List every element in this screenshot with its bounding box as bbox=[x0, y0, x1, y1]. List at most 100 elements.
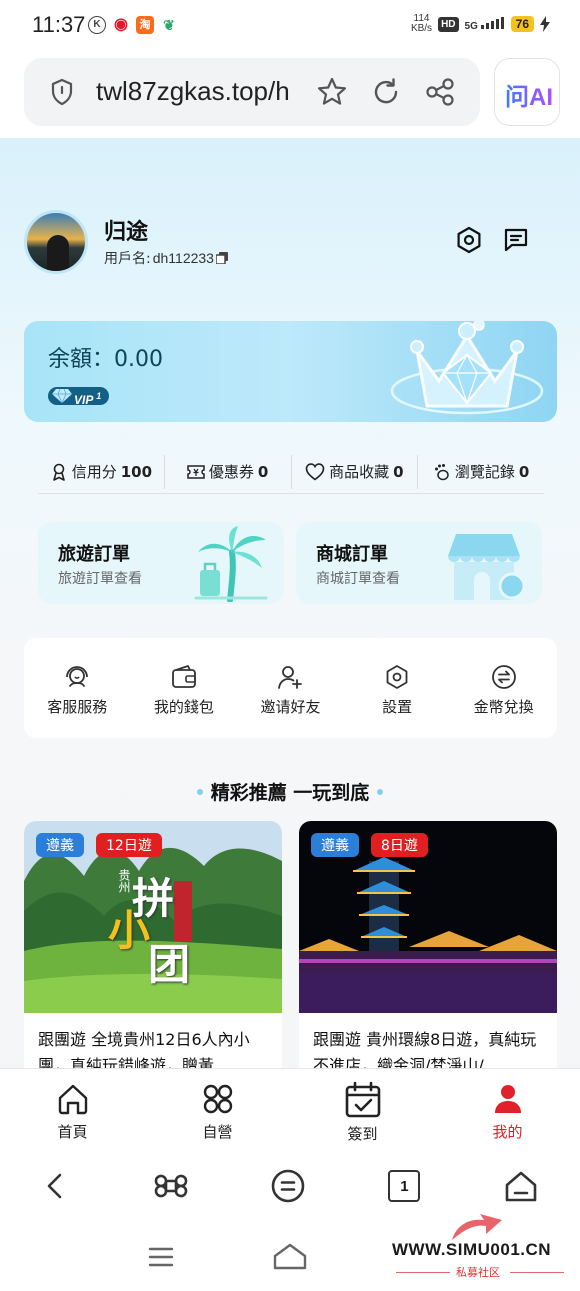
product-title[interactable]: 跟團遊 全境貴州12日6人內小團，真純玩錯峰遊，贈黃… bbox=[38, 1027, 272, 1068]
ask-ai-label[interactable]: 问AI bbox=[505, 77, 553, 112]
days-tag: 12日遊 bbox=[96, 833, 162, 857]
customer-service-icon bbox=[66, 666, 89, 687]
username-row: 用戶名: dh112233 bbox=[104, 248, 228, 268]
status-right: 114 KB/s HD 5G 76 bbox=[411, 14, 550, 34]
recommend-header: 精彩推薦 一玩到底 bbox=[0, 778, 580, 805]
balance-amount: 余額：0.00 bbox=[48, 347, 163, 372]
vip-level: 1 bbox=[96, 391, 102, 401]
avatar-photo bbox=[47, 235, 69, 271]
travel-orders-card[interactable]: 旅遊訂單 旅遊訂單查看 bbox=[38, 522, 284, 604]
message-icon[interactable] bbox=[502, 226, 530, 254]
store-icon bbox=[448, 534, 526, 600]
shield-icon[interactable] bbox=[50, 78, 74, 106]
address-bar[interactable]: twl87zgkas.top/h bbox=[24, 58, 480, 126]
tab-self-operated-label: 自營 bbox=[202, 1123, 233, 1141]
mall-orders-subtitle: 商城訂單查看 bbox=[316, 571, 400, 587]
recommend-title: 精彩推薦 一玩到底 bbox=[210, 782, 370, 804]
weibo-icon: ◉ bbox=[112, 16, 130, 34]
profile-icon bbox=[494, 1085, 521, 1113]
diamond-icon bbox=[52, 389, 72, 403]
settings-button[interactable]: 設置 bbox=[344, 638, 451, 738]
watermark-text: WWW.SIMU001.CN bbox=[392, 1240, 552, 1259]
menu-icon[interactable] bbox=[270, 1168, 306, 1204]
tab-checkin-label: 簽到 bbox=[347, 1125, 378, 1143]
net-speed: 114 KB/s bbox=[411, 14, 432, 34]
balance-card[interactable]: 余額：0.00 VIP 1 bbox=[24, 321, 557, 422]
wallet-label: 我的錢包 bbox=[153, 698, 214, 716]
tab-count: 1 bbox=[400, 1177, 409, 1195]
stat-coupon[interactable]: 優惠券 0 bbox=[165, 461, 291, 482]
product-card[interactable]: 遵義 8日遊 跟團遊 貴州環線8日遊，真純玩不進店，織金洞/梵淨山/… bbox=[299, 821, 557, 1068]
tab-checkin[interactable]: 簽到 bbox=[290, 1069, 435, 1148]
tab-home[interactable]: 首頁 bbox=[0, 1069, 145, 1148]
user-name: 归途 bbox=[104, 220, 149, 245]
poster-small-text: 贵州 bbox=[117, 869, 131, 893]
city-tag: 遵義 bbox=[36, 833, 84, 857]
function-panel: 客服服務 我的錢包 邀请好友 設置 金幣兌換 bbox=[24, 638, 557, 738]
city-tag: 遵義 bbox=[311, 833, 359, 857]
profile-page: 归途 用戶名: dh112233 余額：0.00 VIP 1 信用分 100 優… bbox=[0, 138, 580, 1068]
signal-5g: 5G bbox=[465, 16, 505, 32]
recent-apps-icon[interactable] bbox=[148, 1246, 174, 1268]
stat-history[interactable]: 瀏覽記錄 0 bbox=[418, 461, 544, 482]
leaf-app-icon: ❦ bbox=[160, 16, 178, 34]
back-icon[interactable] bbox=[41, 1171, 71, 1201]
tab-mine[interactable]: 我的 bbox=[435, 1069, 580, 1148]
poster-char-tuan: 团 bbox=[148, 940, 191, 989]
days-tag: 8日遊 bbox=[371, 833, 428, 857]
credit-icon bbox=[52, 463, 65, 481]
refresh-icon[interactable] bbox=[370, 76, 402, 108]
command-icon[interactable] bbox=[154, 1169, 188, 1203]
product-image-guizhou-mountains[interactable]: 遵義 12日遊 贵州 拼 小 团 bbox=[24, 821, 282, 1013]
invite-friend-icon bbox=[278, 666, 303, 689]
k-app-icon: K bbox=[88, 16, 106, 34]
system-home-icon[interactable] bbox=[272, 1242, 308, 1270]
settings-icon bbox=[386, 665, 408, 689]
copy-icon[interactable] bbox=[215, 252, 228, 264]
decor-dot bbox=[196, 788, 203, 795]
app-tab-bar: 首頁 自營 簽到 我的 bbox=[0, 1068, 580, 1148]
diamond-crown-illustration bbox=[390, 321, 544, 415]
heart-icon bbox=[305, 462, 325, 481]
url-text[interactable]: twl87zgkas.top/h bbox=[96, 76, 296, 107]
browser-home-icon[interactable] bbox=[503, 1168, 539, 1204]
watermark: WWW.SIMU001.CN 私募社区 bbox=[392, 1212, 572, 1288]
stat-history-label: 瀏覽記錄 bbox=[454, 463, 515, 481]
stat-coupon-label: 優惠券 bbox=[208, 463, 254, 481]
share-icon[interactable] bbox=[424, 76, 456, 108]
gold-exchange-button[interactable]: 金幣兌換 bbox=[450, 638, 557, 738]
stats-row: 信用分 100 優惠券 0 商品收藏 0 瀏覽記錄 0 bbox=[38, 450, 544, 494]
signal-bars-icon bbox=[480, 16, 504, 29]
status-bar: 11:37 K ◉ 淘 ❦ 114 KB/s HD 5G 76 bbox=[0, 0, 580, 52]
avatar[interactable] bbox=[24, 210, 88, 274]
stat-favorites-value: 0 bbox=[393, 462, 404, 481]
username-label: 用戶名: bbox=[104, 251, 151, 267]
checkin-icon bbox=[345, 1081, 380, 1118]
stat-coupon-value: 0 bbox=[257, 462, 269, 481]
travel-orders-subtitle: 旅遊訂單查看 bbox=[58, 571, 142, 587]
product-image-night-pagoda[interactable]: 遵義 8日遊 bbox=[299, 821, 557, 1013]
tabs-button[interactable]: 1 bbox=[388, 1170, 421, 1202]
exchange-icon bbox=[491, 665, 516, 689]
watermark-subtitle: 私募社区 bbox=[456, 1266, 500, 1279]
invite-friend-label: 邀请好友 bbox=[260, 698, 321, 716]
ask-ai-button[interactable]: 问AI bbox=[494, 58, 560, 126]
product-title[interactable]: 跟團遊 貴州環線8日遊，真純玩不進店，織金洞/梵淨山/… bbox=[313, 1027, 547, 1068]
watermark-logo-icon bbox=[452, 1214, 502, 1240]
self-operated-icon bbox=[203, 1084, 232, 1114]
customer-service-button[interactable]: 客服服務 bbox=[24, 638, 131, 738]
star-icon[interactable] bbox=[316, 76, 348, 108]
stat-credit-value: 100 bbox=[120, 462, 153, 481]
invite-friend-button[interactable]: 邀请好友 bbox=[237, 638, 344, 738]
vip-label: VIP bbox=[74, 393, 93, 407]
wallet-button[interactable]: 我的錢包 bbox=[131, 638, 238, 738]
mall-orders-card[interactable]: 商城訂單 商城訂單查看 bbox=[296, 522, 542, 604]
customer-service-label: 客服服務 bbox=[47, 698, 108, 716]
settings-hex-icon[interactable] bbox=[455, 226, 483, 254]
settings-label: 設置 bbox=[382, 698, 413, 716]
tab-home-label: 首頁 bbox=[57, 1123, 88, 1141]
stat-favorites[interactable]: 商品收藏 0 bbox=[292, 461, 418, 482]
stat-credit[interactable]: 信用分 100 bbox=[38, 461, 164, 482]
product-card[interactable]: 遵義 12日遊 贵州 拼 小 团 跟團遊 全境貴州12日6人內小團，真純玩錯峰遊… bbox=[24, 821, 282, 1068]
tab-self-operated[interactable]: 自營 bbox=[145, 1069, 290, 1148]
